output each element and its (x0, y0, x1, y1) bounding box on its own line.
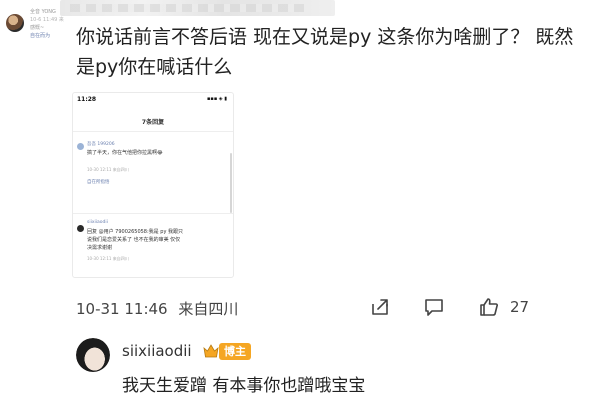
author-sub: 10-6 11:49 来 (30, 17, 64, 23)
screenshot-comment-text: 搞了半天，你在气他把你拉黑啊😂 (87, 150, 163, 156)
screenshot-comment-time: 10-30 12:11 来自四川 (87, 167, 129, 172)
screenshot-reply-time: 10-30 12:11 来自四川 (87, 256, 129, 261)
like-button[interactable]: 27 (478, 296, 529, 318)
screenshot-divider (73, 213, 233, 214)
comment-meta: 10-31 11:46 来自四川 (76, 298, 238, 319)
screenshot-scrollbar (230, 153, 232, 213)
embedded-screenshot[interactable]: 11:28 ▪▪▪ ◈ ▮ 7条回复 吾吾 199206 搞了半天，你在气他把你… (72, 92, 234, 278)
reply-avatar[interactable] (76, 338, 110, 372)
screenshot-status-time: 11:28 (77, 96, 97, 103)
screenshot-divider (73, 131, 233, 132)
author-header: 全音 YONG 10-6 11:49 来 感慨~ 自在而为 (2, 6, 64, 56)
screenshot-reply-text-2: 说我们是恋爱关系了 也不在我的审美 仅仅 (87, 237, 181, 243)
screenshot-comment-name: 吾吾 199206 (87, 142, 115, 147)
blurred-header-text (60, 0, 335, 16)
avatar-image (76, 338, 110, 372)
like-icon (480, 298, 498, 316)
comment-location: 来自四川 (178, 300, 239, 318)
screenshot-comment-reply: 自在所指悟 (87, 180, 110, 185)
screenshot-reply-avatar (77, 225, 84, 232)
share-button[interactable] (369, 296, 391, 318)
reply-username[interactable]: siixiiaodii (122, 342, 192, 360)
share-icon (372, 299, 388, 315)
crown-icon (203, 344, 219, 358)
author-avatar[interactable] (6, 14, 24, 32)
screenshot-comment-avatar (77, 143, 84, 150)
comment-time: 10-31 11:46 (76, 300, 168, 318)
author-link[interactable]: 自在而为 (30, 32, 70, 40)
like-count: 27 (510, 298, 530, 316)
screenshot-reply-text-1: 回复 @用户 7900265058:我是 py 我跟只 (87, 229, 183, 235)
screenshot-reply-text-3: 决需求谢谢 (87, 245, 113, 251)
screenshot-status-icons: ▪▪▪ ◈ ▮ (207, 96, 227, 102)
screenshot-title: 7条回复 (141, 119, 165, 126)
comment-icon (425, 299, 443, 316)
comment-button[interactable] (423, 296, 445, 318)
author-line: 感慨~ (30, 25, 45, 31)
blogger-badge: 博主 (219, 343, 251, 360)
reply-text: 我天生爱蹭 有本事你也蹭哦宝宝 (122, 376, 366, 396)
comment-text: 你说话前言不答后语 现在又说是py 这条你为啥删了？ 既然是py你在喊话什么 (76, 26, 574, 78)
screenshot-reply-name: siixiiaodii (87, 220, 108, 225)
